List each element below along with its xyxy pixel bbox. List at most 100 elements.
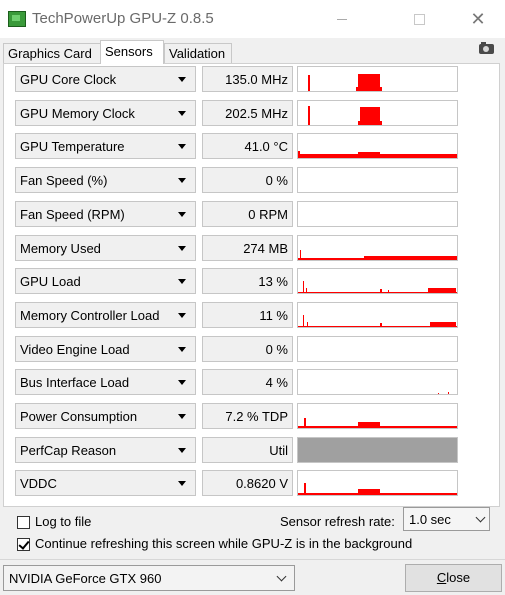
close-button-label: lose xyxy=(446,570,471,585)
sensor-row: Bus Interface Load 4 % xyxy=(4,367,499,397)
sensor-graph-plot xyxy=(438,392,449,394)
window-title: TechPowerUp GPU-Z 0.8.5 xyxy=(32,10,214,27)
sensor-graph xyxy=(297,167,458,193)
sensor-name-dropdown[interactable]: VDDC xyxy=(15,470,196,496)
dropdown-arrow-icon xyxy=(178,448,186,453)
sensor-row: Memory Controller Load 11 % xyxy=(4,300,499,330)
sensor-value: 0.8620 V xyxy=(202,470,293,496)
sensor-name-label: GPU Core Clock xyxy=(20,72,117,87)
sensor-graph-plot xyxy=(298,418,457,428)
sensor-value-text: Util xyxy=(269,443,288,458)
sensor-value: 0 % xyxy=(202,336,293,362)
sensor-graph-plot xyxy=(308,106,382,125)
log-to-file-checkbox[interactable] xyxy=(17,516,30,529)
sensor-name-label: PerfCap Reason xyxy=(20,443,117,458)
sensor-value-text: 4 % xyxy=(265,375,288,390)
sensor-name-label: Fan Speed (RPM) xyxy=(20,207,125,222)
camera-icon[interactable] xyxy=(479,42,494,54)
dropdown-arrow-icon xyxy=(178,178,186,183)
sensor-row: GPU Core Clock 135.0 MHz xyxy=(4,64,499,94)
sensor-name-label: Fan Speed (%) xyxy=(20,173,108,188)
minimize-button[interactable] xyxy=(319,4,365,34)
sensor-graph-plot xyxy=(298,151,457,158)
close-window-button[interactable]: ✕ xyxy=(455,4,501,34)
sensor-graph xyxy=(297,133,458,159)
footer-divider xyxy=(0,559,505,560)
dropdown-arrow-icon xyxy=(178,144,186,149)
sensor-name-dropdown[interactable]: Memory Controller Load xyxy=(15,302,196,328)
sensor-value-text: 0 % xyxy=(265,173,288,188)
sensor-row: GPU Temperature 41.0 °C xyxy=(4,131,499,161)
tab-graphics-card[interactable]: Graphics Card xyxy=(3,43,101,63)
close-icon: ✕ xyxy=(470,9,486,29)
refresh-rate-select[interactable]: 1.0 sec xyxy=(403,507,490,531)
sensor-name-dropdown[interactable]: GPU Core Clock xyxy=(15,66,196,92)
sensor-graph xyxy=(297,235,458,261)
sensor-row: GPU Memory Clock 202.5 MHz xyxy=(4,98,499,128)
sensor-value: 11 % xyxy=(202,302,293,328)
sensor-value-text: 0.8620 V xyxy=(235,476,288,491)
sensor-name-dropdown[interactable]: PerfCap Reason xyxy=(15,437,196,463)
sensor-name-label: Memory Used xyxy=(20,241,101,256)
sensor-name-label: GPU Temperature xyxy=(20,139,125,154)
dropdown-arrow-icon xyxy=(178,313,186,318)
chevron-down-icon xyxy=(276,571,287,582)
sensor-name-label: Memory Controller Load xyxy=(20,308,160,323)
sensor-value: Util xyxy=(202,437,293,463)
sensor-graph xyxy=(297,66,458,92)
sensor-value-text: 11 % xyxy=(259,308,288,323)
sensor-graph xyxy=(297,403,458,429)
continue-refreshing-checkbox[interactable] xyxy=(17,538,30,551)
sensor-value-text: 0 % xyxy=(265,342,288,357)
sensor-name-label: GPU Load xyxy=(20,274,81,289)
sensor-name-dropdown[interactable]: GPU Load xyxy=(15,268,196,294)
close-button[interactable]: Close xyxy=(405,564,502,592)
gpu-select-value: NVIDIA GeForce GTX 960 xyxy=(9,571,162,586)
sensor-graph-plot xyxy=(298,483,457,495)
sensor-name-dropdown[interactable]: Fan Speed (%) xyxy=(15,167,196,193)
dropdown-arrow-icon xyxy=(178,77,186,82)
dropdown-arrow-icon xyxy=(178,380,186,385)
sensor-row: VDDC 0.8620 V xyxy=(4,468,499,498)
sensor-name-dropdown[interactable]: GPU Memory Clock xyxy=(15,100,196,126)
dropdown-arrow-icon xyxy=(178,481,186,486)
dropdown-arrow-icon xyxy=(178,111,186,116)
chevron-down-icon xyxy=(475,512,486,523)
gpu-select-dropdown[interactable]: NVIDIA GeForce GTX 960 xyxy=(3,565,295,591)
sensor-graph-plot xyxy=(308,74,382,91)
tab-validation[interactable]: Validation xyxy=(164,43,232,63)
sensor-value: 13 % xyxy=(202,268,293,294)
sensor-row: Memory Used 274 MB xyxy=(4,233,499,263)
sensor-value: 274 MB xyxy=(202,235,293,261)
sensor-row: PerfCap Reason Util xyxy=(4,435,499,465)
sensor-value: 0 RPM xyxy=(202,201,293,227)
dropdown-arrow-icon xyxy=(178,414,186,419)
sensor-row: GPU Load 13 % xyxy=(4,266,499,296)
sensor-name-dropdown[interactable]: Power Consumption xyxy=(15,403,196,429)
sensor-row: Power Consumption 7.2 % TDP xyxy=(4,401,499,431)
sensor-graph xyxy=(297,336,458,362)
title-bar: TechPowerUp GPU-Z 0.8.5 ✕ xyxy=(0,0,505,38)
sensor-value: 0 % xyxy=(202,167,293,193)
log-to-file-label[interactable]: Log to file xyxy=(35,514,91,529)
sensor-name-dropdown[interactable]: Bus Interface Load xyxy=(15,369,196,395)
sensor-name-label: VDDC xyxy=(20,476,57,491)
tab-bar: Graphics Card Sensors Validation xyxy=(0,40,505,64)
sensor-value: 135.0 MHz xyxy=(202,66,293,92)
maximize-button[interactable] xyxy=(396,4,442,34)
dropdown-arrow-icon xyxy=(178,279,186,284)
sensor-name-dropdown[interactable]: Fan Speed (RPM) xyxy=(15,201,196,227)
sensor-name-dropdown[interactable]: Video Engine Load xyxy=(15,336,196,362)
continue-refreshing-label[interactable]: Continue refreshing this screen while GP… xyxy=(35,536,412,551)
sensor-graph-plot xyxy=(298,281,457,293)
sensor-graph xyxy=(297,201,458,227)
refresh-rate-label: Sensor refresh rate: xyxy=(280,514,395,529)
sensor-value: 41.0 °C xyxy=(202,133,293,159)
sensor-graph-plot xyxy=(298,250,457,260)
sensor-name-dropdown[interactable]: Memory Used xyxy=(15,235,196,261)
sensor-name-dropdown[interactable]: GPU Temperature xyxy=(15,133,196,159)
sensor-value-text: 135.0 MHz xyxy=(225,72,288,87)
sensor-graph xyxy=(297,268,458,294)
sensor-value-text: 274 MB xyxy=(243,241,288,256)
tab-sensors[interactable]: Sensors xyxy=(100,40,164,64)
